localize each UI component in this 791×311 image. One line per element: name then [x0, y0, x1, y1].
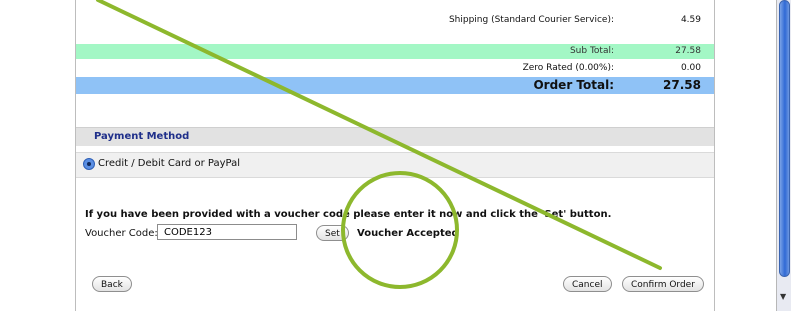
voucher-instructions: If you have been provided with a voucher…: [85, 209, 612, 220]
zero-rated-value: 0.00: [680, 63, 701, 73]
order-total-label: Order Total:: [533, 78, 614, 92]
payment-option-label[interactable]: Credit / Debit Card or PayPal: [98, 158, 240, 169]
payment-method-header: Payment Method: [76, 127, 714, 146]
subtotal-row: Sub Total: 27.58: [76, 44, 714, 59]
zero-rated-label: Zero Rated (0.00%):: [522, 63, 614, 73]
vertical-scrollbar[interactable]: ▼: [776, 0, 791, 311]
zero-rated-row: Zero Rated (0.00%): 0.00: [76, 59, 714, 77]
scroll-down-arrow-icon[interactable]: ▼: [780, 292, 786, 301]
voucher-row: Voucher Code: Set Voucher Accepted: [76, 224, 714, 246]
scrollbar-thumb[interactable]: [779, 0, 790, 277]
shipping-label: Shipping (Standard Courier Service):: [448, 15, 614, 25]
shipping-value: 4.59: [680, 15, 701, 25]
back-button[interactable]: Back: [92, 276, 132, 292]
shipping-row: Shipping (Standard Courier Service): 4.5…: [76, 11, 714, 29]
voucher-code-label: Voucher Code:: [85, 228, 158, 239]
payment-option-radio[interactable]: [83, 158, 95, 170]
cancel-button[interactable]: Cancel: [563, 276, 612, 292]
confirm-order-button[interactable]: Confirm Order: [622, 276, 704, 292]
payment-method-title: Payment Method: [94, 131, 190, 142]
order-total-row: Order Total: 27.58: [76, 77, 714, 94]
voucher-status: Voucher Accepted: [357, 228, 459, 239]
subtotal-label: Sub Total:: [569, 46, 614, 56]
left-gutter: [0, 0, 76, 311]
voucher-code-input[interactable]: [157, 224, 297, 240]
checkout-content: Shipping (Standard Courier Service): 4.5…: [76, 0, 714, 311]
order-total-value: 27.58: [663, 78, 701, 92]
voucher-set-button[interactable]: Set: [316, 225, 349, 241]
right-gutter: [714, 0, 777, 311]
payment-option-row[interactable]: Credit / Debit Card or PayPal: [76, 152, 714, 178]
subtotal-value: 27.58: [675, 46, 701, 56]
